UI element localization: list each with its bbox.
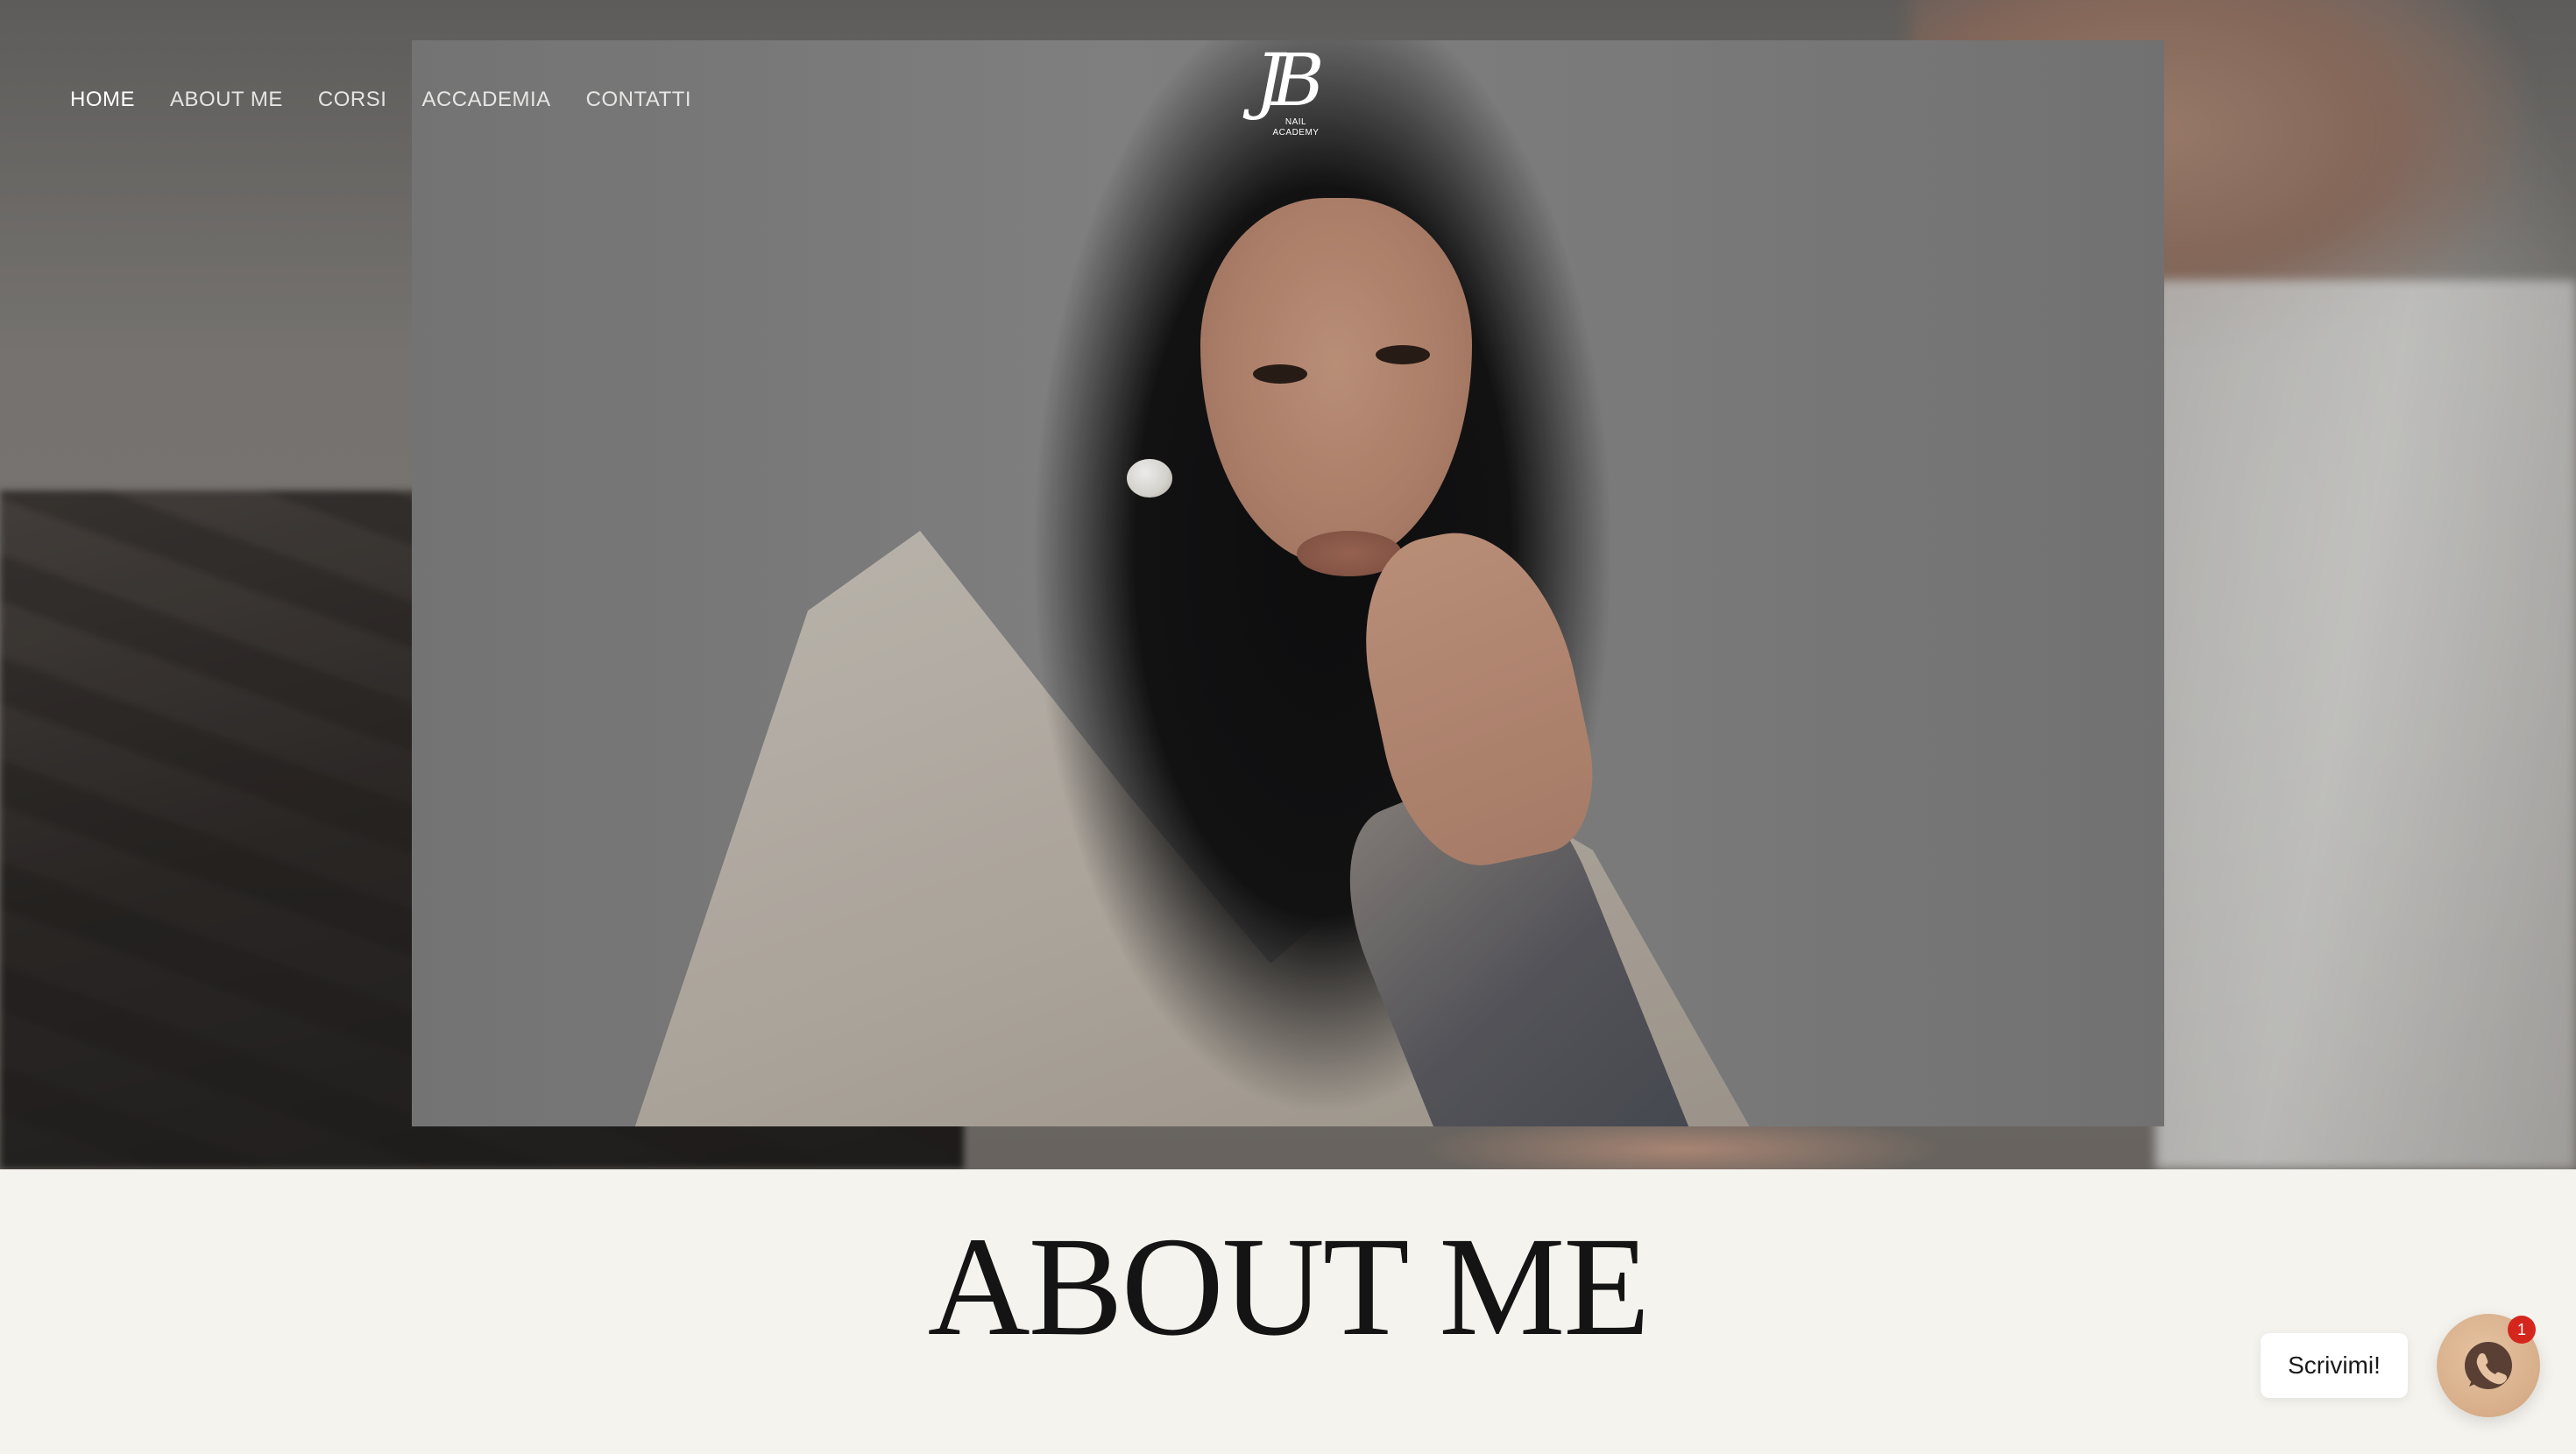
whatsapp-icon [2465, 1342, 2512, 1389]
logo-mark: JB [1255, 39, 1324, 123]
notification-badge: 1 [2508, 1316, 2536, 1344]
site-logo[interactable]: JB NAIL ACADEMY [1235, 46, 1332, 159]
main-nav: HOME ABOUT ME CORSI ACCADEMIA CONTATTI [70, 88, 691, 112]
nav-item-about-me[interactable]: ABOUT ME [170, 88, 283, 112]
chat-prompt-bubble[interactable]: Scrivimi! [2261, 1333, 2408, 1398]
nav-item-corsi[interactable]: CORSI [318, 88, 387, 112]
nav-item-home[interactable]: HOME [70, 88, 135, 112]
about-me-heading: ABOUT ME [927, 1209, 1651, 1366]
nav-item-contatti[interactable]: CONTATTI [586, 88, 691, 112]
logo-line-2: ACADEMY [1272, 128, 1320, 138]
nav-item-accademia[interactable]: ACCADEMIA [421, 88, 550, 112]
hero-portrait-image [412, 40, 2164, 1126]
portrait-overlay [412, 40, 2164, 1126]
hero-section [0, 0, 2576, 1169]
